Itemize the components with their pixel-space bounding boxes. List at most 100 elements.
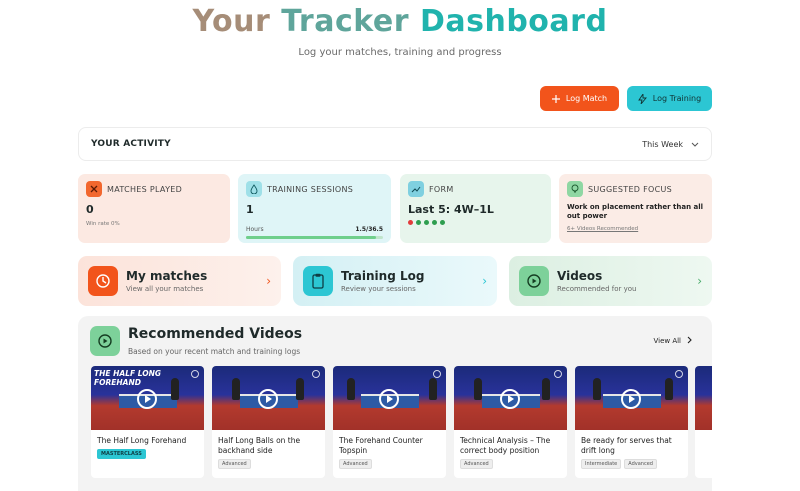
page-title: Your Tracker Dashboard [0, 4, 800, 39]
form-dot-win [416, 220, 421, 225]
suggested-focus-card: SUGGESTED FOCUS Work on placement rather… [559, 174, 712, 243]
training-sessions-card: TRAINING SESSIONS 1 Hours 1.5/36.5 [238, 174, 391, 243]
videos-title: Videos [557, 269, 603, 283]
trend-up-icon [408, 181, 424, 197]
video-thumbnail [454, 366, 567, 430]
crossed-paddles-icon [86, 181, 102, 197]
play-icon[interactable] [500, 389, 520, 409]
form-dot-win [440, 220, 445, 225]
form-label: FORM [429, 184, 454, 194]
play-icon[interactable] [621, 389, 641, 409]
activity-bar: YOUR ACTIVITY This Week [78, 127, 712, 161]
training-log-subtitle: Review your sessions [341, 285, 416, 293]
chevron-right-icon [687, 336, 692, 346]
video-title: Half Long Balls on the backhand side [218, 436, 301, 455]
info-icon[interactable] [312, 370, 320, 378]
video-tag: Advanced [624, 459, 657, 469]
video-title: The Half Long Forehand [97, 436, 187, 445]
lightbulb-icon [567, 181, 583, 197]
play-icon[interactable] [379, 389, 399, 409]
info-icon[interactable] [191, 370, 199, 378]
info-icon[interactable] [554, 370, 562, 378]
recommended-subtitle: Based on your recent match and training … [128, 347, 301, 356]
video-tag: Advanced [339, 459, 372, 469]
training-log-card[interactable]: Training Log Review your sessions › [293, 256, 497, 306]
form-result-dots [408, 220, 543, 225]
chevron-right-icon: › [266, 274, 271, 288]
info-icon[interactable] [433, 370, 441, 378]
recommended-title: Recommended Videos [128, 326, 303, 342]
form-dot-win [432, 220, 437, 225]
video-thumbnail: THE HALF LONG FOREHAND [91, 366, 204, 430]
chevron-down-icon [691, 140, 699, 149]
log-match-button[interactable]: Log Match [540, 86, 619, 111]
video-tag: Advanced [460, 459, 493, 469]
video-title: The Forehand Counter Topspin [339, 436, 423, 455]
lightning-icon [637, 93, 647, 104]
video-card-partial[interactable] [695, 366, 712, 478]
suggested-focus-label: SUGGESTED FOCUS [588, 184, 673, 194]
video-thumbnail [333, 366, 446, 430]
play-icon[interactable] [258, 389, 278, 409]
plus-icon [551, 94, 560, 103]
videos-recommended-link[interactable]: 6+ Videos Recommended [567, 226, 704, 232]
period-select[interactable]: This Week [642, 140, 699, 149]
video-card[interactable]: Half Long Balls on the backhand side Adv… [212, 366, 325, 478]
view-all-button[interactable]: View All [653, 336, 692, 346]
chevron-right-icon: › [697, 274, 702, 288]
video-thumbnail [575, 366, 688, 430]
period-label: This Week [642, 139, 683, 149]
hours-progress-bar [246, 236, 383, 239]
flame-icon [246, 181, 262, 197]
video-thumbnail [212, 366, 325, 430]
win-rate-note: Win rate 0% [86, 221, 120, 227]
matches-played-label: MATCHES PLAYED [107, 184, 183, 194]
video-title: Technical Analysis – The correct body po… [460, 436, 551, 455]
matches-played-value: 0 [86, 203, 94, 216]
video-card[interactable]: Technical Analysis – The correct body po… [454, 366, 567, 478]
training-sessions-label: TRAINING SESSIONS [267, 184, 354, 194]
videos-subtitle: Recommended for you [557, 285, 637, 293]
form-dot-loss [408, 220, 413, 225]
video-card[interactable]: Be ready for serves that drift long Inte… [575, 366, 688, 478]
play-circle-icon [90, 326, 120, 356]
video-thumbnail [695, 366, 712, 430]
log-training-label: Log Training [652, 94, 702, 103]
info-icon[interactable] [675, 370, 683, 378]
videos-card[interactable]: Videos Recommended for you › [509, 256, 712, 306]
clipboard-icon [303, 266, 333, 296]
hours-value: 1.5/36.5 [355, 226, 383, 233]
form-card: FORM Last 5: 4W–1L [400, 174, 551, 243]
video-tag: MASTERCLASS [97, 449, 146, 459]
view-all-label: View All [653, 337, 681, 345]
my-matches-subtitle: View all your matches [126, 285, 204, 293]
hours-label: Hours [246, 226, 264, 233]
thumbnail-overlay-text: THE HALF LONG FOREHAND [94, 369, 162, 387]
training-log-title: Training Log [341, 269, 425, 283]
suggested-focus-text: Work on placement rather than all out po… [567, 203, 704, 220]
log-match-label: Log Match [565, 94, 608, 103]
video-tag: Intermediate [581, 459, 622, 469]
play-icon[interactable] [137, 389, 157, 409]
video-card[interactable]: The Forehand Counter Topspin Advanced [333, 366, 446, 478]
clock-icon [88, 266, 118, 296]
chevron-right-icon: › [482, 274, 487, 288]
title-word-1: Your [192, 4, 271, 39]
activity-title: YOUR ACTIVITY [91, 139, 171, 149]
title-word-2: Tracker [281, 4, 410, 39]
page-subtitle: Log your matches, training and progress [298, 47, 502, 58]
hours-progress-fill [246, 236, 377, 239]
form-value: Last 5: 4W–1L [408, 203, 494, 216]
video-card[interactable]: THE HALF LONG FOREHAND The Half Long For… [91, 366, 204, 478]
title-word-3: Dashboard [419, 4, 608, 39]
play-circle-icon [519, 266, 549, 296]
matches-played-card: MATCHES PLAYED 0 Win rate 0% [78, 174, 230, 243]
video-title: Be ready for serves that drift long [581, 436, 672, 455]
my-matches-title: My matches [126, 269, 208, 283]
training-sessions-value: 1 [246, 203, 254, 216]
video-tag: Advanced [218, 459, 251, 469]
my-matches-card[interactable]: My matches View all your matches › [78, 256, 281, 306]
recommended-videos-section: Recommended Videos Based on your recent … [78, 316, 712, 491]
form-dot-win [424, 220, 429, 225]
log-training-button[interactable]: Log Training [627, 86, 712, 111]
